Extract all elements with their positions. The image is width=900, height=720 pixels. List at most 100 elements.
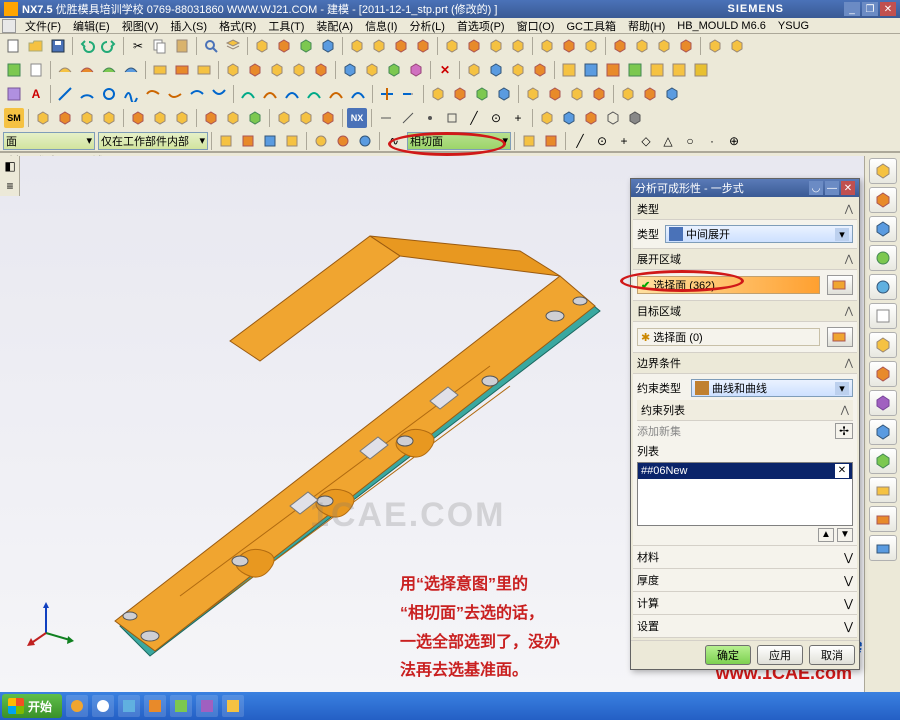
view-icon[interactable] — [150, 108, 170, 128]
surf-tool-icon[interactable] — [428, 84, 448, 104]
feature-icon[interactable] — [676, 36, 696, 56]
feature-icon[interactable] — [318, 36, 338, 56]
feature-icon[interactable] — [369, 36, 389, 56]
trim-icon[interactable] — [377, 84, 397, 104]
feature-icon[interactable] — [537, 36, 557, 56]
menu-file-icon[interactable] — [2, 19, 16, 33]
feature-icon[interactable] — [442, 36, 462, 56]
sel-opt-icon[interactable] — [216, 131, 236, 151]
menu-window[interactable]: 窗口(O) — [511, 18, 561, 34]
unfold-select-face[interactable]: ✔ 选择面 (362) — [637, 276, 820, 294]
surface-icon[interactable] — [267, 60, 287, 80]
section-unfold-header[interactable]: 展开区域⋀ — [633, 249, 857, 270]
curve-op-icon[interactable] — [238, 84, 258, 104]
feature-icon[interactable] — [559, 36, 579, 56]
undo-icon[interactable] — [77, 36, 97, 56]
section-thickness[interactable]: 厚度⋁ — [633, 569, 857, 592]
surface-icon[interactable] — [289, 60, 309, 80]
surface-icon[interactable] — [172, 60, 192, 80]
rtool-icon[interactable] — [869, 361, 897, 387]
view-icon[interactable] — [172, 108, 192, 128]
rtool-icon[interactable] — [869, 216, 897, 242]
surf-tool-icon[interactable] — [567, 84, 587, 104]
menu-edit[interactable]: 编辑(E) — [67, 18, 116, 34]
taskbar-item[interactable] — [118, 695, 140, 717]
rtool-icon[interactable] — [869, 390, 897, 416]
surf-tool-icon[interactable] — [545, 84, 565, 104]
nx-icon[interactable]: NX — [347, 108, 367, 128]
menu-file[interactable]: 文件(F) — [19, 18, 67, 34]
sel-opt-icon[interactable]: ∿ — [384, 131, 404, 151]
taskbar-item[interactable] — [66, 695, 88, 717]
spline-icon[interactable] — [209, 84, 229, 104]
feature-icon[interactable] — [654, 36, 674, 56]
surface-icon[interactable] — [150, 60, 170, 80]
new-icon[interactable] — [4, 36, 24, 56]
taskbar-item[interactable] — [222, 695, 244, 717]
sel-opt-icon[interactable] — [519, 131, 539, 151]
sel-opt-icon[interactable] — [333, 131, 353, 151]
view-icon[interactable] — [128, 108, 148, 128]
start-button[interactable]: 开始 — [2, 694, 62, 718]
app-icon[interactable] — [581, 60, 601, 80]
app-icon[interactable] — [559, 60, 579, 80]
apply-button[interactable]: 应用 — [757, 645, 803, 665]
surface-icon[interactable] — [223, 60, 243, 80]
selection-intent-combo[interactable]: 相切面▾ — [407, 132, 511, 150]
snap-pt-icon[interactable]: △ — [658, 131, 678, 151]
rtool-icon[interactable] — [869, 448, 897, 474]
snap-pt-icon[interactable]: ◇ — [636, 131, 656, 151]
feature-icon[interactable] — [705, 36, 725, 56]
menu-prefs[interactable]: 首选项(P) — [451, 18, 511, 34]
menu-insert[interactable]: 插入(S) — [164, 18, 213, 34]
spline-icon[interactable] — [187, 84, 207, 104]
app-icon[interactable] — [603, 60, 623, 80]
copy-icon[interactable] — [150, 36, 170, 56]
feature-icon[interactable] — [486, 36, 506, 56]
paste-icon[interactable] — [172, 36, 192, 56]
snap-pt-icon[interactable]: ○ — [680, 131, 700, 151]
curve-op-icon[interactable] — [304, 84, 324, 104]
menu-analysis[interactable]: 分析(L) — [403, 18, 450, 34]
sketch-icon[interactable] — [4, 84, 24, 104]
snap-icon[interactable] — [442, 108, 462, 128]
text-a-icon[interactable]: A — [26, 84, 46, 104]
surface-icon[interactable] — [245, 60, 265, 80]
snap-pt-icon[interactable]: · — [702, 131, 722, 151]
sel-opt-icon[interactable] — [260, 131, 280, 151]
taskbar-item[interactable] — [170, 695, 192, 717]
snap-pt-icon[interactable]: ╱ — [570, 131, 590, 151]
app-icon[interactable] — [691, 60, 711, 80]
render-icon[interactable] — [537, 108, 557, 128]
feature-icon[interactable] — [632, 36, 652, 56]
snap-icon[interactable] — [376, 108, 396, 128]
app-icon[interactable] — [669, 60, 689, 80]
surf-tool-icon[interactable] — [472, 84, 492, 104]
feature-icon[interactable] — [296, 36, 316, 56]
start-menu-icon[interactable] — [4, 60, 24, 80]
add-set-button[interactable]: ✢ — [835, 423, 853, 439]
sel-opt-icon[interactable] — [541, 131, 561, 151]
view-icon[interactable] — [274, 108, 294, 128]
app-icon[interactable] — [625, 60, 645, 80]
feature-icon[interactable] — [391, 36, 411, 56]
view-icon[interactable] — [201, 108, 221, 128]
rtool-icon[interactable] — [869, 245, 897, 271]
rtool-icon[interactable] — [869, 419, 897, 445]
panel-minimize-icon[interactable]: — — [825, 181, 839, 195]
surf-tool-icon[interactable] — [662, 84, 682, 104]
rtool-icon[interactable] — [869, 506, 897, 532]
menu-view[interactable]: 视图(V) — [116, 18, 165, 34]
feature-icon[interactable] — [727, 36, 747, 56]
feature-icon[interactable] — [581, 36, 601, 56]
section-settings[interactable]: 设置⋁ — [633, 615, 857, 638]
view-icon[interactable] — [245, 108, 265, 128]
curve-op-icon[interactable] — [326, 84, 346, 104]
scope-combo[interactable]: 仅在工作部件内部▾ — [98, 132, 208, 150]
surface-icon[interactable] — [55, 60, 75, 80]
ok-button[interactable]: 确定 — [705, 645, 751, 665]
spline-icon[interactable] — [143, 84, 163, 104]
type-combo[interactable]: 中间展开 ▾ — [665, 225, 853, 243]
app-icon[interactable] — [647, 60, 667, 80]
sel-opt-icon[interactable] — [282, 131, 302, 151]
